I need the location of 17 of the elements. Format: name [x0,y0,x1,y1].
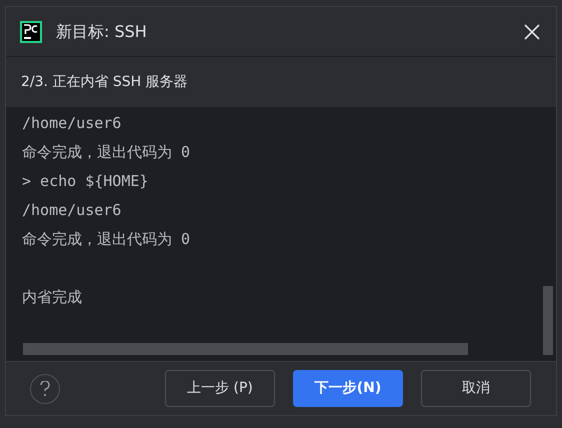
log-line: /home/user6 [22,113,122,134]
question-mark-icon [40,380,50,396]
horizontal-scrollbar[interactable] [23,343,468,355]
app-logo-icon [20,20,42,42]
dialog-button[interactable]: 上一步 (P) [165,370,275,407]
step-heading: 2/3. 正在内省 SSH 服务器 [21,72,188,92]
vertical-scrollbar[interactable] [543,286,553,355]
log-line: 命令完成，退出代码为 0 [22,142,190,163]
log-line: 内省完成 [22,287,82,308]
close-icon[interactable] [524,24,540,40]
log-line: 命令完成，退出代码为 0 [22,229,190,250]
log-line: > echo ${HOME} [22,171,148,192]
dialog-button[interactable]: 取消 [421,370,531,407]
dialog-button[interactable]: 下一步(N) [293,370,403,407]
help-button[interactable] [30,374,60,404]
log-line: /home/user6 [22,200,122,221]
window-title: 新目标: SSH [56,20,147,42]
